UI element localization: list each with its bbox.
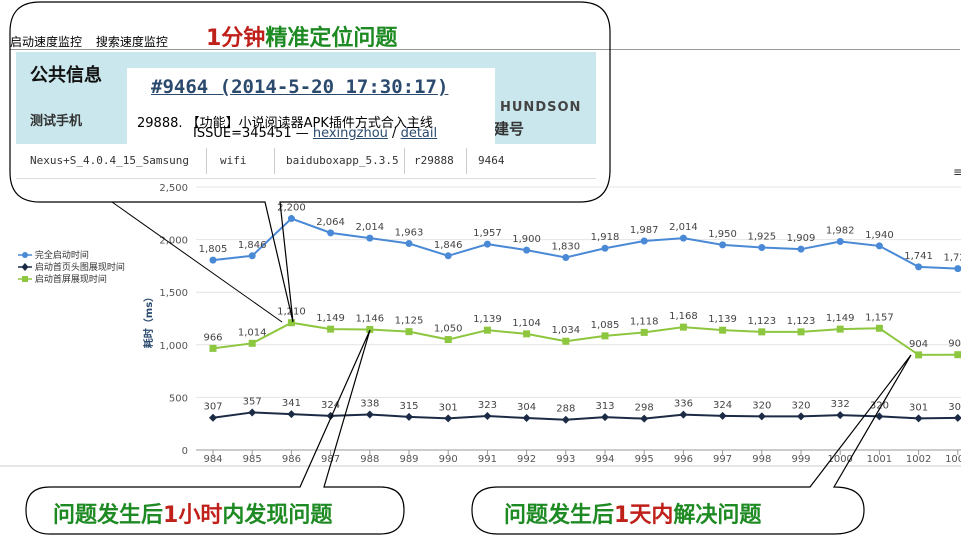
commit-issue: ISSUE=345451 — [193,126,313,141]
commit-author-link[interactable]: hexingzhou [313,126,388,141]
callout-highlight: 1小时 [163,503,223,528]
commit-issue-line: ISSUE=345451 — hexingzhou / detail [193,126,437,141]
right-callout-text: 问题发生后1天内解决问题 [504,497,761,529]
callout-highlight: 1天内 [614,503,674,528]
callout-text: 解决问题 [673,503,762,528]
top-callout-tail-left [111,201,283,323]
callout-text: 精准定位问题 [265,26,398,51]
left-callout-text: 问题发生后1小时内发现问题 [53,497,332,529]
callout-text: 内发现问题 [222,503,333,528]
callout-highlight: 1分钟 [206,26,266,51]
top-callout-text: 1分钟精准定位问题 [206,20,397,52]
callout-text: 问题发生后 [504,503,615,528]
commit-title-link[interactable]: #9464 (2014-5-20 17:30:17) [151,76,448,98]
callout-text: 问题发生后 [53,503,164,528]
link-separator: / [387,126,401,141]
commit-detail-link[interactable]: detail [401,126,438,141]
commit-popup: #9464 (2014-5-20 17:30:17) 29888. 【功能】小说… [127,68,495,146]
